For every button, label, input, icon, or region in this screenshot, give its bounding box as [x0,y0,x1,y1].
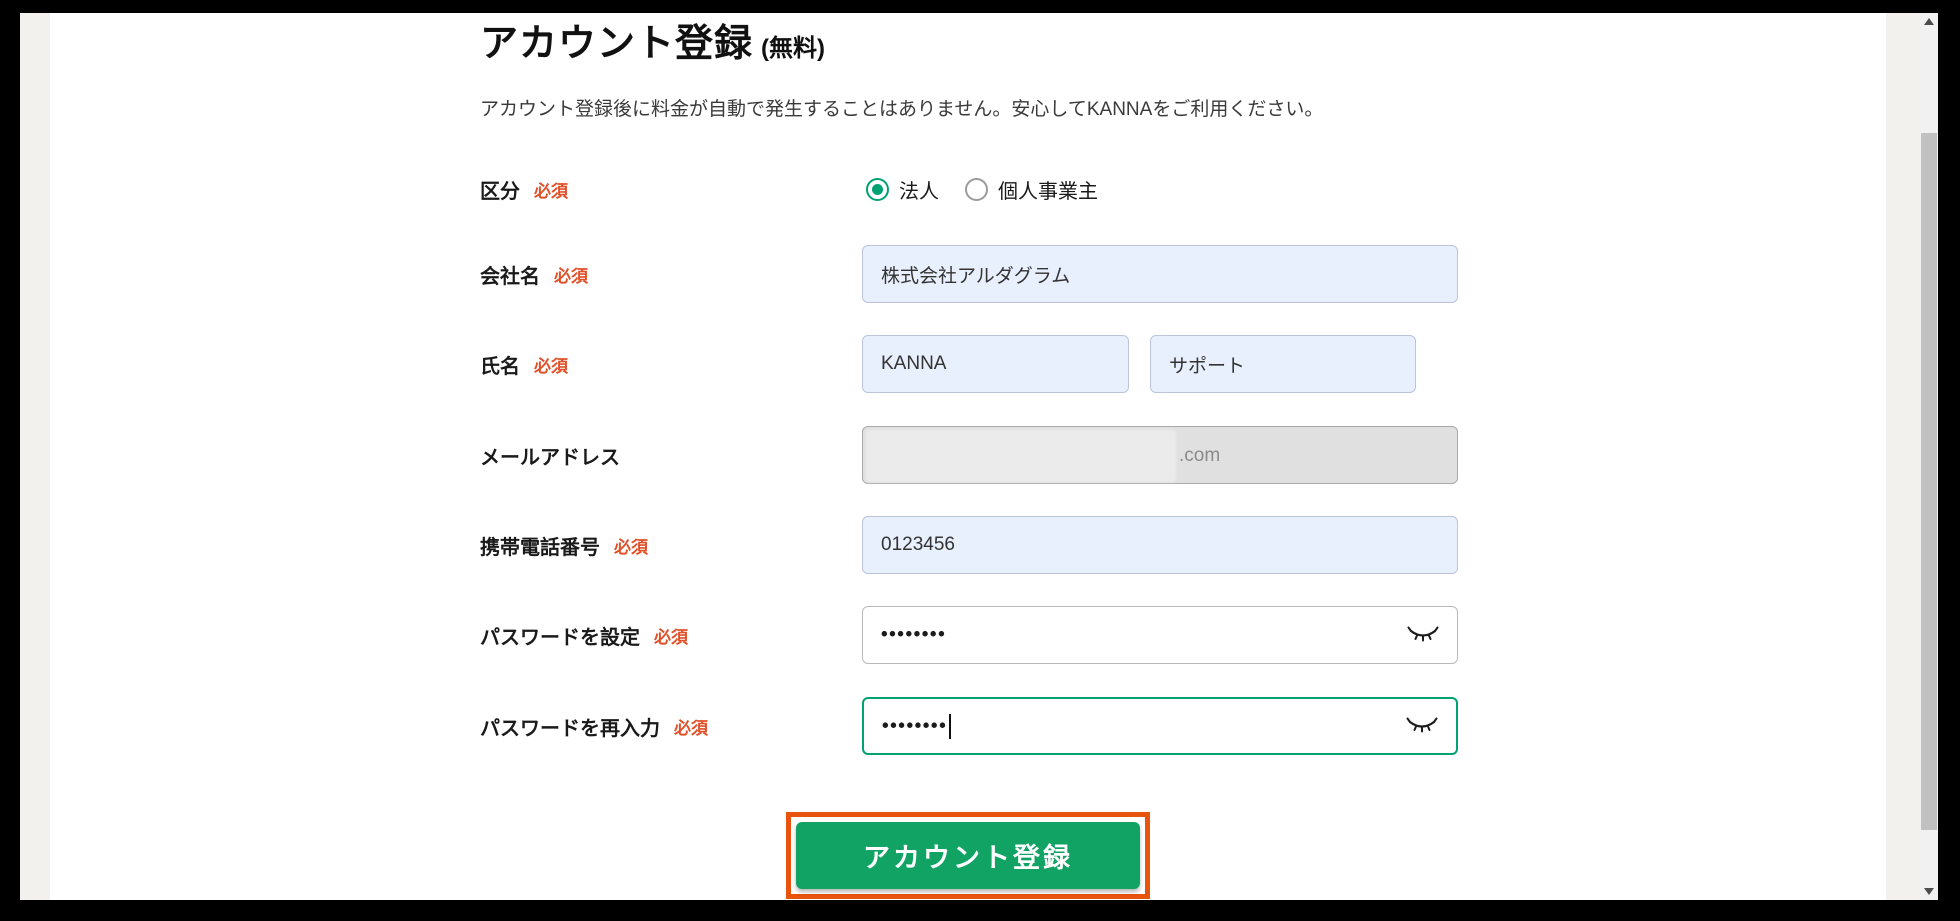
email-redaction-block [867,431,1175,481]
last-name-value: KANNA [881,353,946,375]
password-confirm-input[interactable]: •••••••• [862,697,1458,755]
required-badge: 必須 [654,623,688,648]
radio-option-corporate[interactable]: 法人 [866,175,939,204]
password-confirm-content: •••••••• [882,714,951,739]
required-badge: 必須 [614,533,648,558]
phone-value: 0123456 [881,534,955,556]
row-email: メールアドレス .com [480,426,1458,484]
first-name-value: サポート [1169,351,1245,378]
page-title-text: アカウント登録 [480,23,753,65]
password-masked-value: •••••••• [881,624,946,646]
company-label-group: 会社名 必須 [480,260,862,289]
scroll-down-arrow-icon [1924,888,1934,895]
text-caret [949,714,951,739]
scroll-up-button[interactable] [1920,13,1938,30]
category-label: 区分 [480,175,520,204]
radio-label-corporate[interactable]: 法人 [899,175,939,204]
password-label-group: パスワードを設定 必須 [480,621,862,650]
radio-label-sole-proprietor[interactable]: 個人事業主 [998,175,1098,204]
required-badge: 必須 [534,177,568,202]
phone-input[interactable]: 0123456 [862,516,1458,574]
required-badge: 必須 [674,714,708,739]
click-target-highlight: アカウント登録 [786,812,1150,899]
password-label: パスワードを設定 [480,621,640,650]
row-password-confirm: パスワードを再入力 必須 •••••••• [480,697,1458,755]
radio-selected-icon[interactable] [866,178,889,201]
email-input: .com [862,426,1458,484]
eye-closed-icon[interactable] [1406,715,1438,737]
name-label-group: 氏名 必須 [480,350,862,379]
row-password: パスワードを設定 必須 •••••••• [480,606,1458,664]
category-radio-group: 法人 個人事業主 [866,175,1098,204]
company-value: 株式会社アルダグラム [881,261,1070,288]
row-phone: 携帯電話番号 必須 0123456 [480,516,1458,574]
scroll-up-arrow-icon [1924,18,1934,25]
category-label-group: 区分 必須 [480,175,862,204]
name-label: 氏名 [480,350,520,379]
first-name-input[interactable]: サポート [1150,335,1416,393]
required-badge: 必須 [554,262,588,287]
password-confirm-label: パスワードを再入力 [480,712,660,741]
radio-unselected-icon[interactable] [965,178,988,201]
email-label-group: メールアドレス [480,441,862,470]
row-category: 区分 必須 法人 個人事業主 [480,160,1098,218]
email-visible-value: .com [1179,427,1220,485]
row-company: 会社名 必須 株式会社アルダグラム [480,245,1458,303]
eye-closed-icon[interactable] [1407,624,1439,646]
register-button[interactable]: アカウント登録 [796,822,1140,889]
phone-label: 携帯電話番号 [480,531,600,560]
password-confirm-label-group: パスワードを再入力 必須 [480,712,862,741]
page-subtitle: アカウント登録後に料金が自動で発生することはありません。安心してKANNAをご利… [480,94,1323,121]
email-label: メールアドレス [480,441,620,470]
page-title-suffix: (無料) [761,35,825,62]
company-label: 会社名 [480,260,540,289]
password-confirm-masked-value: •••••••• [882,715,947,736]
radio-option-sole-proprietor[interactable]: 個人事業主 [965,175,1098,204]
company-input[interactable]: 株式会社アルダグラム [862,245,1458,303]
row-name: 氏名 必須 KANNA サポート [480,335,1416,393]
last-name-input[interactable]: KANNA [862,335,1129,393]
password-input[interactable]: •••••••• [862,606,1458,664]
scrollbar-thumb[interactable] [1921,133,1937,830]
phone-label-group: 携帯電話番号 必須 [480,531,862,560]
scroll-down-button[interactable] [1920,883,1938,900]
browser-viewport: アカウント登録 (無料) アカウント登録後に料金が自動で発生することはありません。… [20,13,1938,900]
page-title: アカウント登録 (無料) [480,13,825,67]
required-badge: 必須 [534,352,568,377]
vertical-scrollbar[interactable] [1920,13,1938,900]
